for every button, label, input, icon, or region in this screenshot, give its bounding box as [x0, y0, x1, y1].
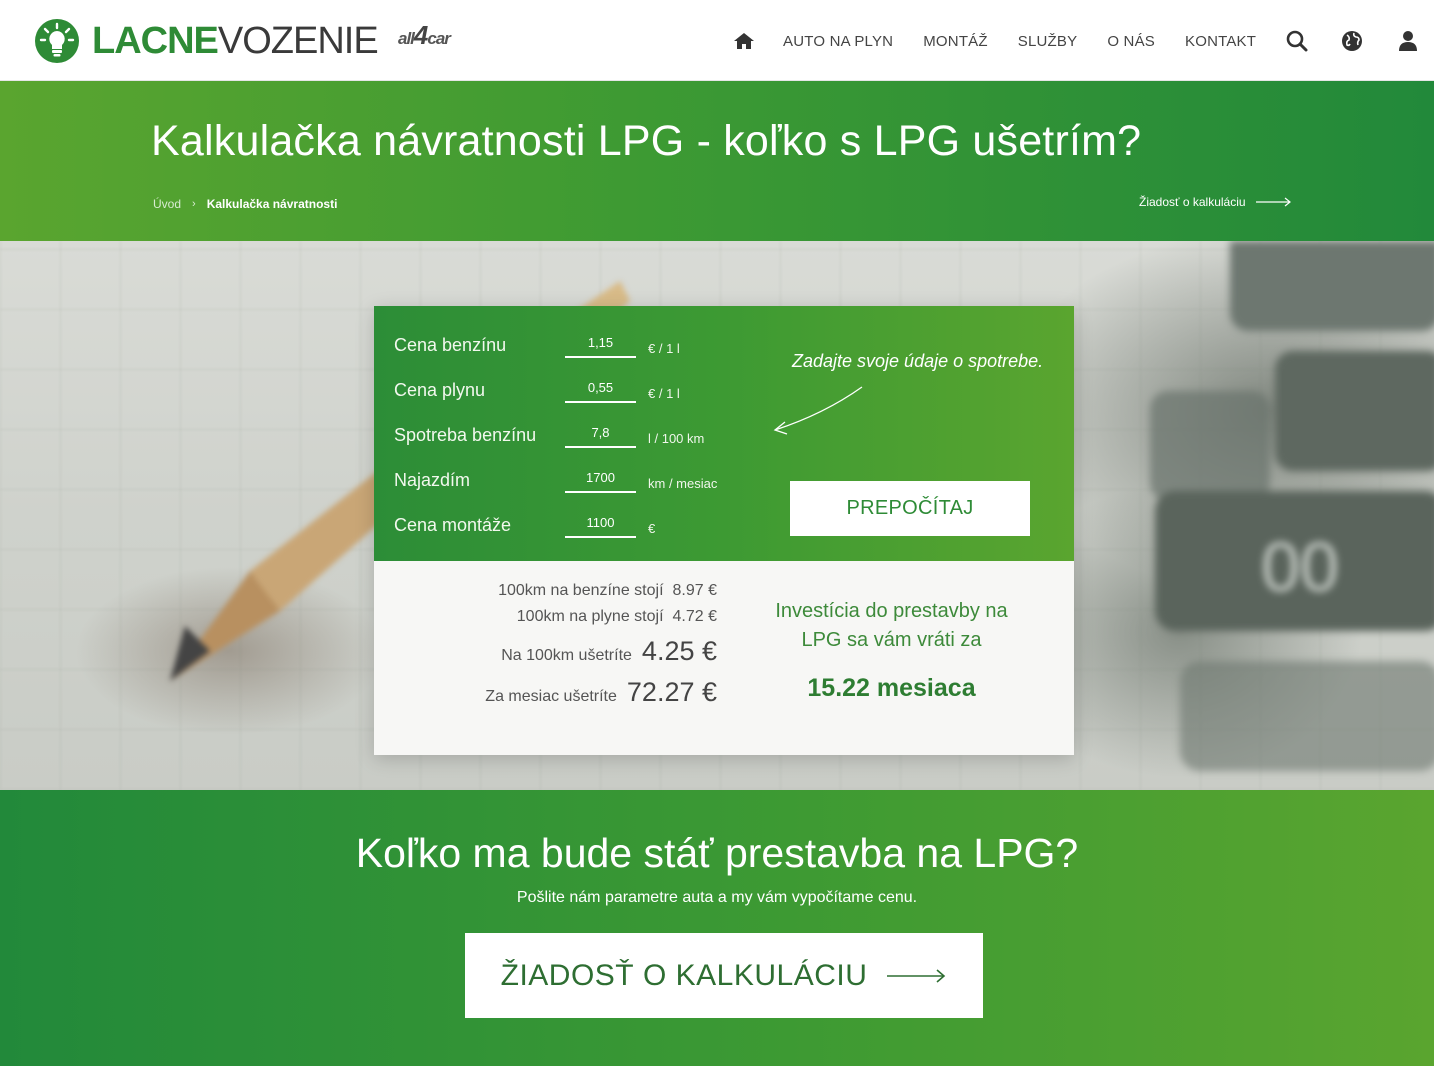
- breadcrumb-separator: ›: [192, 198, 196, 210]
- installation-price-label: Cena montáže: [394, 515, 512, 535]
- payback-text: Investícia do prestavby na LPG sa vám vr…: [775, 600, 1008, 651]
- mileage-label: Najazdím: [394, 470, 471, 490]
- petrol-consumption-unit: l / 100 km: [648, 431, 705, 446]
- arrow-right-icon: [887, 968, 946, 983]
- petrol-cost-value: 8.97 €: [672, 582, 717, 599]
- logo-light-text: VOZENIE: [217, 20, 379, 62]
- title-band: Kalkulačka návratnosti LPG - koľko s LPG…: [0, 81, 1434, 241]
- cta-subtitle: Pošlite nám parametre auta a my vám vypo…: [516, 889, 918, 906]
- result-petrol-cost: 100km na benzíne stojí 8.97 €: [498, 582, 717, 600]
- request-calculation-link[interactable]: Žiadosť o kalkuláciu: [1139, 195, 1292, 209]
- request-calculation-button[interactable]: ŽIADOSŤ O KALKULÁCIU: [465, 933, 983, 1018]
- hero-background: 00 Cena benzínu 1,15 € / 1 l Cena plynu …: [0, 241, 1434, 790]
- site-logo[interactable]: LACNEVOZENIE: [34, 18, 379, 64]
- nav-item-sluzby[interactable]: SLUŽBY: [1018, 33, 1078, 50]
- row-petrol-price: Cena benzínu 1,15 € / 1 l: [394, 328, 680, 358]
- breadcrumb-home[interactable]: Úvod: [153, 197, 181, 211]
- breadcrumb: Úvod › Kalkulačka návratnosti: [153, 197, 337, 211]
- search-icon[interactable]: [1285, 29, 1309, 53]
- result-saving-100km: Na 100km ušetríte 4.25 €: [501, 636, 717, 667]
- petrol-cost-label: 100km na benzíne stojí: [498, 582, 664, 599]
- nav-item-kontakt[interactable]: KONTAKT: [1185, 33, 1256, 50]
- nav-item-o-nas[interactable]: O NÁS: [1107, 33, 1155, 50]
- partner-logo-part-c: car: [427, 29, 451, 48]
- gas-cost-label: 100km na plyne stojí: [516, 608, 664, 625]
- cta-title: Koľko ma bude stáť prestavba na LPG?: [355, 830, 1079, 876]
- installation-price-unit: €: [648, 521, 656, 536]
- arrow-right-icon: [1255, 197, 1291, 207]
- cta-band: Koľko ma bude stáť prestavba na LPG? Poš…: [0, 790, 1434, 1066]
- breadcrumb-current: Kalkulačka návratnosti: [206, 197, 338, 211]
- row-installation-price: Cena montáže 1100 €: [394, 508, 655, 538]
- saving-100km-label: Na 100km ušetríte: [501, 647, 632, 664]
- gas-price-input[interactable]: 0,55: [565, 380, 636, 403]
- hint-arrow-icon: [773, 386, 863, 435]
- svg-text:00: 00: [1261, 528, 1339, 606]
- result-gas-cost: 100km na plyne stojí 4.72 €: [517, 608, 717, 626]
- result-saving-month: Za mesiac ušetríte 72.27 €: [485, 677, 717, 708]
- site-header: LACNEVOZENIE all4car AUTO NA PLYN MONTÁŽ…: [0, 0, 1434, 81]
- row-mileage: Najazdím 1700 km / mesiac: [394, 463, 717, 493]
- recalculate-button[interactable]: PREPOČÍTAJ: [790, 481, 1030, 536]
- calculator-inputs: Cena benzínu 1,15 € / 1 l Cena plynu 0,5…: [374, 306, 1074, 561]
- partner-logo[interactable]: all4car: [398, 20, 451, 51]
- nav-item-montaz[interactable]: MONTÁŽ: [923, 33, 988, 50]
- request-link-label: Žiadosť o kalkuláciu: [1139, 195, 1246, 209]
- lightbulb-logo-icon: [35, 19, 79, 63]
- calculator-keys-image: 00: [1150, 241, 1434, 771]
- globe-icon[interactable]: [1340, 29, 1364, 53]
- petrol-consumption-label: Spotreba benzínu: [394, 425, 537, 445]
- installation-price-input[interactable]: 1100: [565, 515, 636, 538]
- lpg-calculator: Cena benzínu 1,15 € / 1 l Cena plynu 0,5…: [374, 306, 1074, 755]
- partner-logo-part-b: 4: [413, 20, 429, 50]
- saving-month-value: 72.27 €: [626, 677, 717, 707]
- gas-price-label: Cena plynu: [394, 380, 486, 400]
- row-petrol-consumption: Spotreba benzínu 7,8 l / 100 km: [394, 418, 704, 448]
- calculator-results: 100km na benzíne stojí 8.97 € 100km na p…: [374, 561, 1074, 755]
- nav-item-auto-na-plyn[interactable]: AUTO NA PLYN: [783, 33, 893, 50]
- mileage-unit: km / mesiac: [648, 476, 718, 491]
- main-nav: AUTO NA PLYN MONTÁŽ SLUŽBY O NÁS KONTAKT: [733, 30, 1256, 52]
- gas-cost-value: 4.72 €: [672, 608, 717, 625]
- home-icon[interactable]: [733, 31, 755, 51]
- petrol-price-label: Cena benzínu: [394, 335, 507, 355]
- input-hint: Zadajte svoje údaje o spotrebe.: [792, 351, 1044, 371]
- petrol-price-input[interactable]: 1,15: [565, 335, 636, 358]
- cta-button-label: ŽIADOSŤ O KALKULÁCIU: [500, 958, 868, 992]
- logo-text: LACNEVOZENIE: [92, 20, 379, 62]
- partner-logo-part-a: all: [398, 29, 415, 48]
- logo-bold-text: LACNE: [92, 20, 219, 62]
- payback-value: 15.22 mesiaca: [807, 674, 976, 702]
- saving-100km-value: 4.25 €: [641, 636, 717, 666]
- saving-month-label: Za mesiac ušetríte: [485, 688, 617, 705]
- mileage-input[interactable]: 1700: [565, 470, 636, 493]
- petrol-consumption-input[interactable]: 7,8: [565, 425, 636, 448]
- user-icon[interactable]: [1396, 29, 1420, 53]
- petrol-price-unit: € / 1 l: [648, 341, 680, 356]
- gas-price-unit: € / 1 l: [648, 386, 680, 401]
- row-gas-price: Cena plynu 0,55 € / 1 l: [394, 373, 680, 403]
- page-title: Kalkulačka návratnosti LPG - koľko s LPG…: [151, 117, 1142, 165]
